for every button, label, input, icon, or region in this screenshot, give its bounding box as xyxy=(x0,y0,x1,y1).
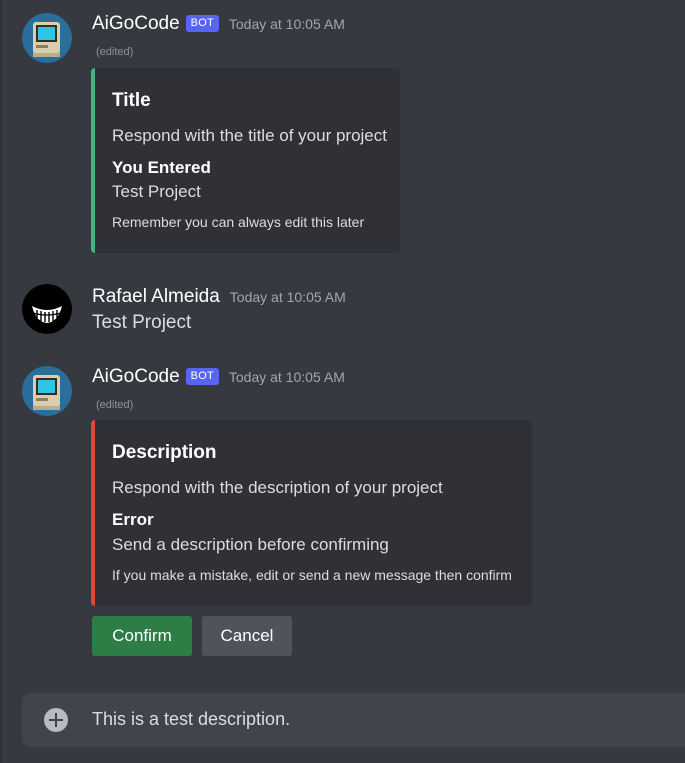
embed-description-box: Description Respond with the description… xyxy=(91,420,532,606)
embed-field-value: Test Project xyxy=(112,182,201,201)
embed-field-name: Error xyxy=(112,510,154,529)
message-header: Rafael Almeida Today at 10:05 AM xyxy=(92,286,346,308)
username[interactable]: AiGoCode xyxy=(92,13,180,35)
message-content: Test Project xyxy=(92,312,192,333)
username[interactable]: Rafael Almeida xyxy=(92,286,220,308)
embed-footer: Remember you can always edit this later xyxy=(112,214,365,230)
timestamp: Today at 10:05 AM xyxy=(228,369,345,385)
bot-badge: BOT xyxy=(185,368,219,385)
embed-description: Respond with the title of your project xyxy=(112,126,387,145)
embed-title-text: Title xyxy=(112,90,151,111)
message-header: AiGoCode BOT Today at 10:05 AM xyxy=(92,13,345,35)
bot-avatar[interactable] xyxy=(22,366,72,416)
embed-title-text: Description xyxy=(112,442,217,463)
message-input[interactable]: This is a test description. xyxy=(92,709,290,730)
embed-field-value: Send a description before confirming xyxy=(112,535,389,554)
grin-avatar-icon xyxy=(22,284,72,334)
embed-title: Title Respond with the title of your pro… xyxy=(91,68,400,253)
message-header: AiGoCode BOT Today at 10:05 AM xyxy=(92,366,345,388)
channel-edge xyxy=(0,0,2,763)
embed-footer: If you make a mistake, edit or send a ne… xyxy=(112,567,512,583)
edited-label: (edited) xyxy=(96,46,134,58)
message-composer[interactable]: This is a test description. xyxy=(22,693,685,747)
embed-description: Respond with the description of your pro… xyxy=(112,478,443,497)
username[interactable]: AiGoCode xyxy=(92,366,180,388)
plus-circle-icon[interactable] xyxy=(44,708,68,732)
cancel-button[interactable]: Cancel xyxy=(202,616,292,656)
timestamp: Today at 10:05 AM xyxy=(228,16,345,32)
retro-computer-icon xyxy=(22,366,72,416)
retro-computer-icon xyxy=(22,13,72,63)
confirm-button[interactable]: Confirm xyxy=(92,616,192,656)
edited-label: (edited) xyxy=(96,399,134,411)
user-avatar[interactable] xyxy=(22,284,72,334)
timestamp: Today at 10:05 AM xyxy=(229,289,346,305)
bot-avatar[interactable] xyxy=(22,13,72,63)
bot-badge: BOT xyxy=(185,15,219,32)
chat-view: AiGoCode BOT Today at 10:05 AM (edited) … xyxy=(0,0,685,763)
embed-field-name: You Entered xyxy=(112,158,211,177)
